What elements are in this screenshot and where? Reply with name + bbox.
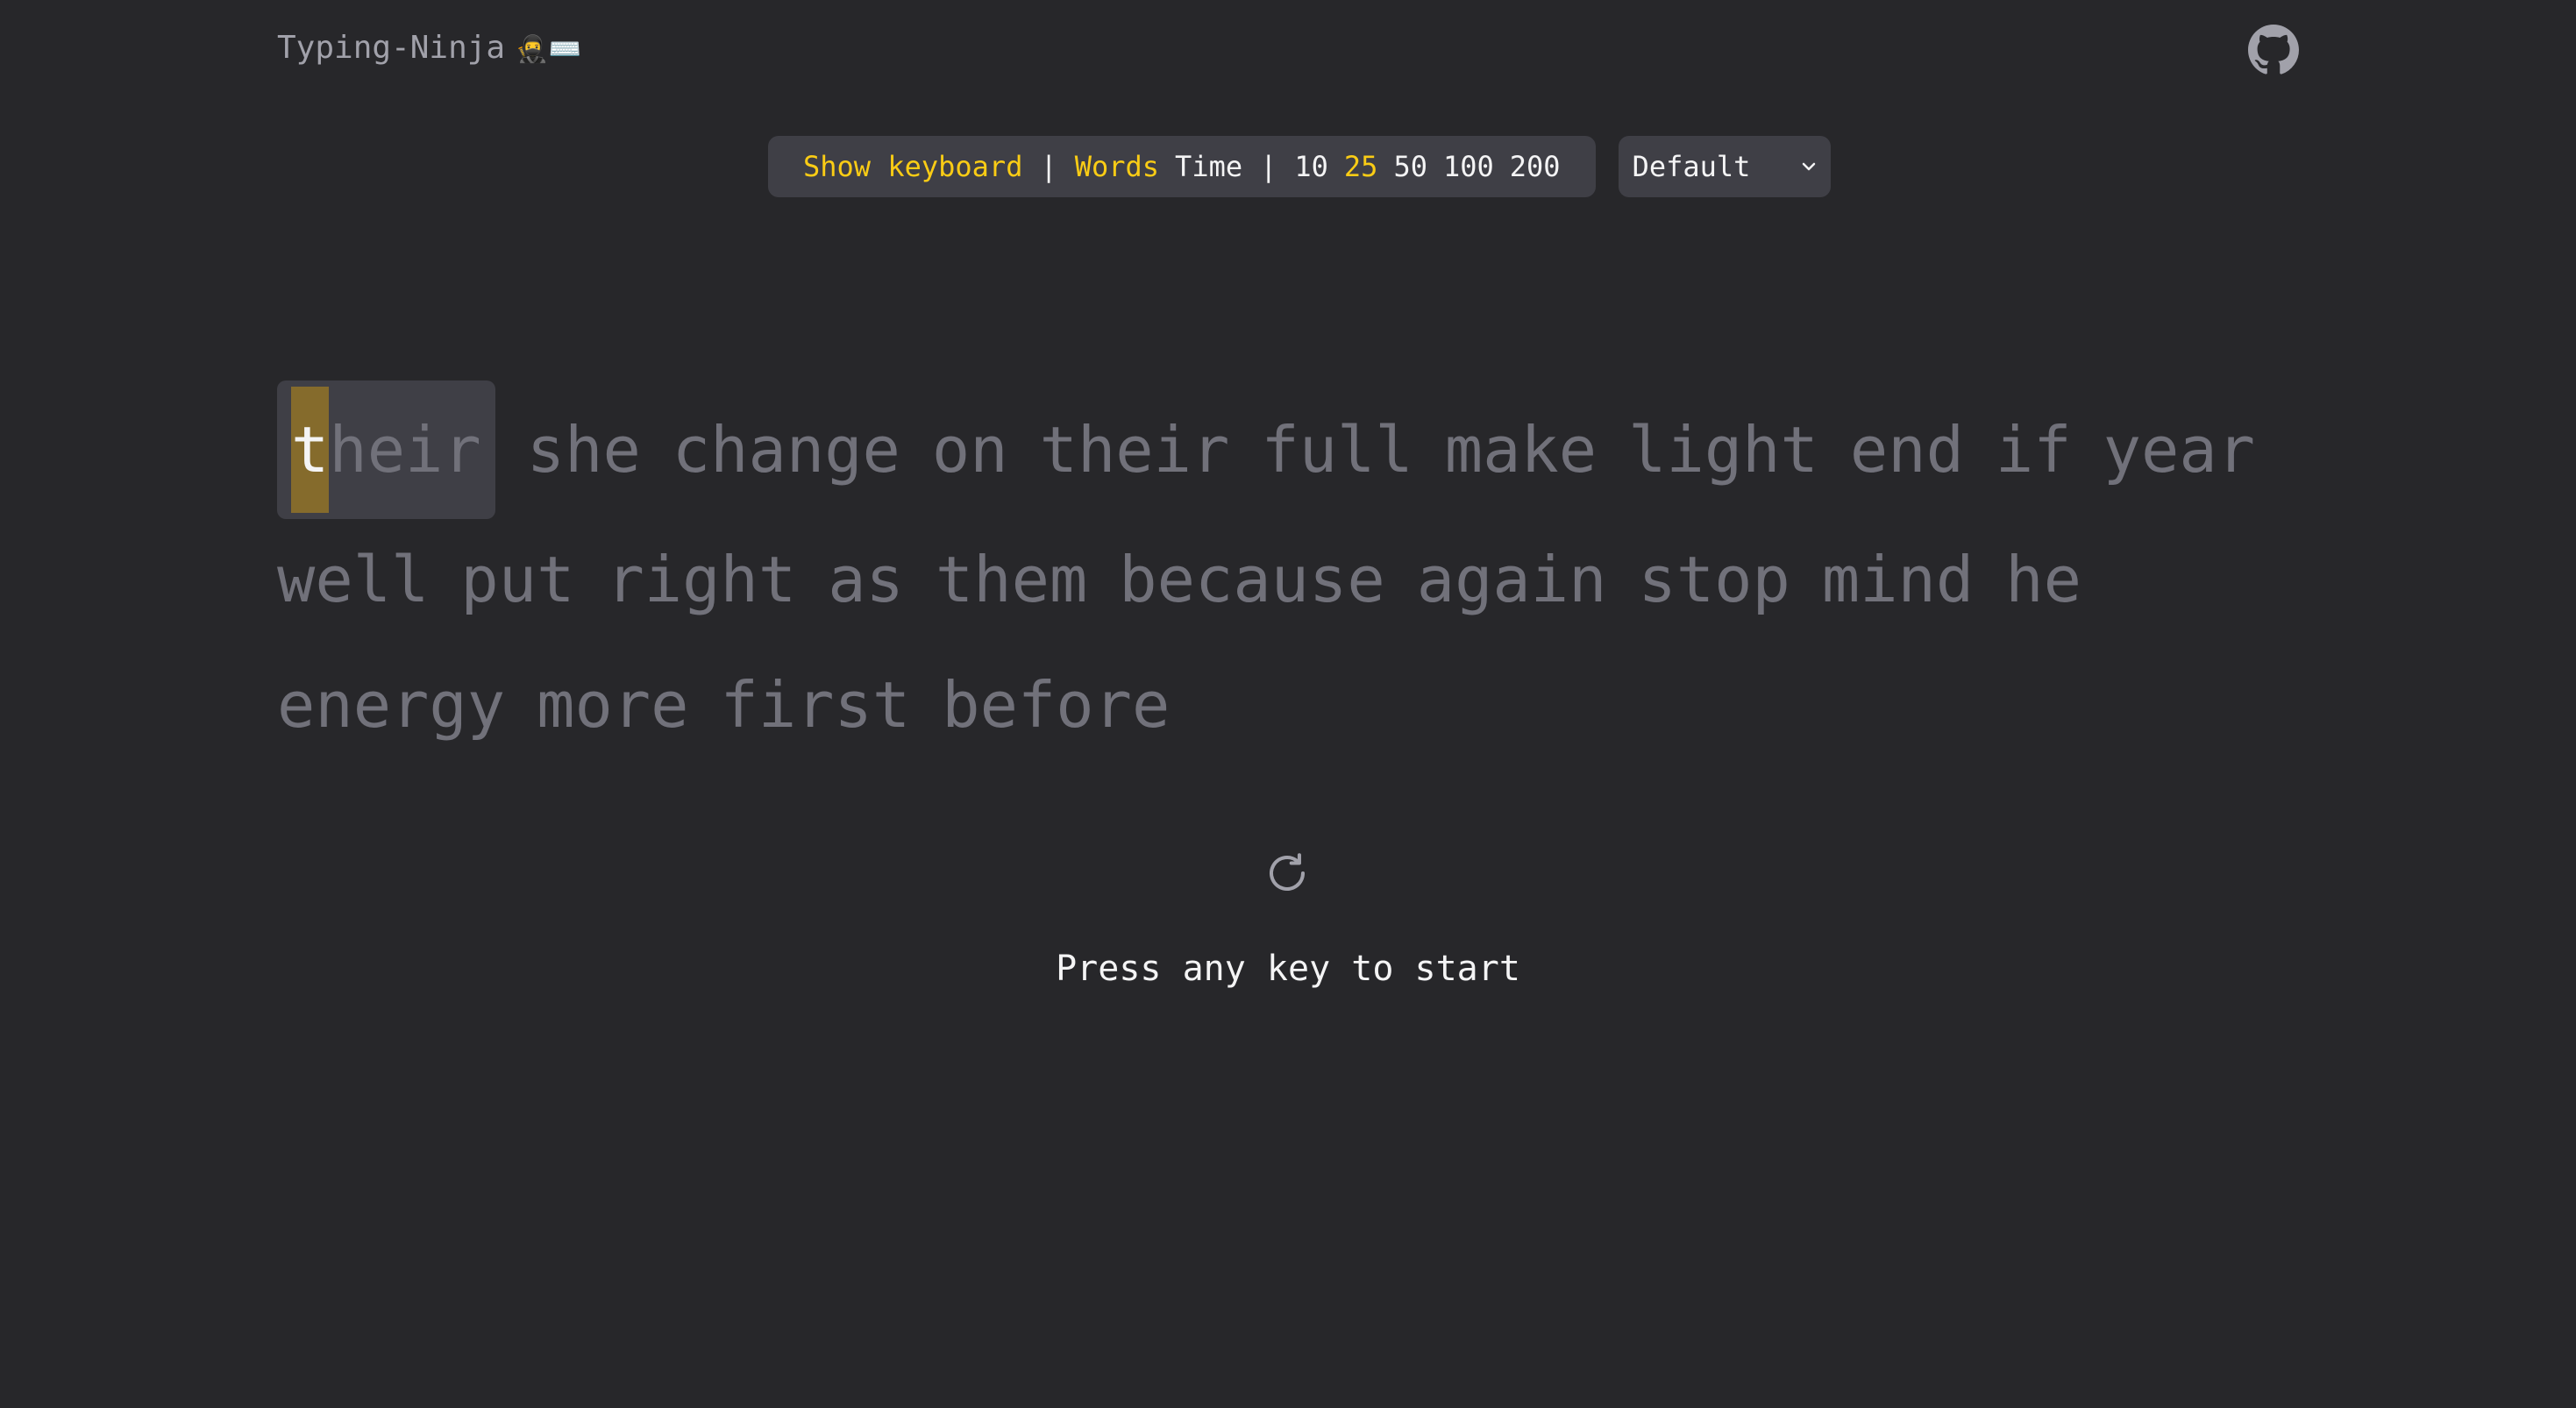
word: energy [277,668,506,742]
word-line: energy more first before [277,639,1201,771]
chevron-down-icon [1802,162,1815,171]
header: Typing-Ninja 🥷⌨️ [277,25,2299,75]
word: because [1119,543,1385,616]
toolbar: Show keyboard | Words Time | 10 25 50 10… [768,136,1831,197]
word: on [931,413,1008,487]
word-count-50[interactable]: 50 [1393,150,1427,183]
word: put [460,543,575,616]
start-hint: Press any key to start [1056,949,1520,989]
word: first [720,668,911,742]
word: end [1849,413,1964,487]
word-count-10[interactable]: 10 [1294,150,1328,183]
word: she [526,413,641,487]
theme-select-value: Default [1632,150,1751,183]
separator: | [1260,150,1277,183]
theme-select[interactable]: Default [1618,136,1831,197]
word: their [1039,413,1230,487]
app-logo[interactable]: Typing-Ninja 🥷⌨️ [277,25,581,74]
app-title: Typing-Ninja [277,30,506,66]
word: more [537,668,689,742]
word-count-200[interactable]: 200 [1510,150,1561,183]
current-word-rest: heir [329,413,481,487]
word: right [606,543,797,616]
word: before [942,668,1171,742]
settings-bar: Show keyboard | Words Time | 10 25 50 10… [768,136,1596,197]
restart-icon[interactable] [1263,850,1311,897]
mode-words[interactable]: Words [1075,150,1159,183]
word: full [1261,413,1413,487]
word-count-25[interactable]: 25 [1344,150,1378,183]
separator: | [1040,150,1057,183]
word: them [935,543,1088,616]
word: if [1995,413,2072,487]
mode-time[interactable]: Time [1175,150,1242,183]
word: change [672,413,900,487]
word: as [828,543,904,616]
caret-letter: t [291,387,330,513]
current-word: their [277,380,495,519]
word: make [1444,413,1598,487]
word: again [1416,543,1607,616]
word: stop [1638,543,1790,616]
word: year [2103,413,2256,487]
word-line: their she change on their full make light end if y… [277,380,2287,519]
word-count-100[interactable]: 100 [1443,150,1494,183]
word: well [277,543,430,616]
ninja-keyboard-emoji: 🥷⌨️ [516,34,581,65]
github-icon[interactable] [2248,25,2299,75]
word: mind [1821,543,1975,616]
show-keyboard-toggle[interactable]: Show keyboard [803,150,1022,183]
word: he [2005,543,2081,616]
word: light [1628,413,1818,487]
word-line: well put right as them because again stop mind he [277,514,2113,645]
